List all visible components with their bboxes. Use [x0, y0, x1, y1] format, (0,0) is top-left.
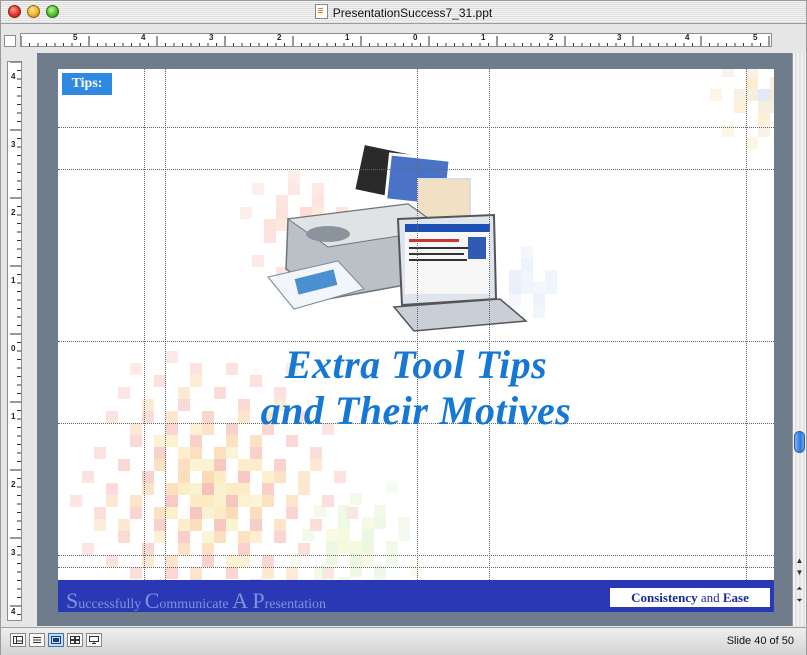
hruler-label-3r: 3 [617, 33, 622, 42]
vruler-label-2t: 2 [11, 208, 16, 217]
outline-view-icon [33, 637, 41, 643]
hruler-label-4l: 4 [141, 33, 146, 42]
scroll-thumb[interactable] [794, 431, 805, 453]
hruler-label-2r: 2 [549, 33, 554, 42]
vruler-label-3b: 3 [11, 548, 16, 557]
tagline-s: S [66, 588, 79, 612]
hruler-label-2l: 2 [277, 33, 282, 42]
hruler-label-1l: 1 [345, 33, 350, 42]
status-bar: Slide 40 of 50 [1, 627, 806, 655]
slide-show-icon [89, 636, 99, 644]
hruler-label-3l: 3 [209, 33, 214, 42]
scroll-down-arrow-icon[interactable]: ▼ [793, 567, 806, 579]
tagline-uccessfully: uccessfully [78, 597, 145, 612]
hruler-label-0: 0 [413, 33, 418, 42]
window-title: PresentationSuccess7_31.ppt [332, 6, 493, 20]
outline-view-button[interactable] [29, 633, 45, 647]
slide-view-icon [51, 636, 61, 644]
title-bar[interactable]: PresentationSuccess7_31.ppt [1, 1, 806, 24]
scroll-up-arrow-icon[interactable]: ▲ [793, 555, 806, 567]
footer-tagline: Successfully Communicate A Presentation [66, 588, 326, 612]
normal-view-button[interactable] [10, 633, 26, 647]
app-window: PresentationSuccess7_31.ppt 5 4 3 2 1 0 … [0, 0, 807, 655]
vruler-label-1b: 1 [11, 412, 16, 421]
vertical-scrollbar[interactable]: ▲ ▼ ⏶ ⏷ [792, 53, 806, 626]
tagline-a: A [232, 588, 253, 612]
hruler-label-4r: 4 [685, 33, 690, 42]
vruler-label-2b: 2 [11, 480, 16, 489]
horizontal-ruler-ticks [21, 36, 770, 46]
tagline-ommunicate: ommunicate [159, 597, 233, 612]
tips-label-box[interactable]: Tips: [62, 73, 112, 95]
footer-ease: Ease [722, 590, 749, 605]
slide-show-button[interactable] [86, 633, 102, 647]
slide-canvas[interactable]: Tips: Extra Tool Tips and Their Motives … [58, 69, 774, 612]
vruler-label-3t: 3 [11, 140, 16, 149]
slide-view-button[interactable] [48, 633, 64, 647]
slide-title-line2[interactable]: and Their Motives [58, 387, 774, 434]
footer-and: and [697, 590, 723, 605]
document-icon [314, 4, 328, 19]
printer-laptop-illustration [267, 141, 528, 332]
vruler-label-4t: 4 [11, 72, 16, 81]
tagline-p: P [252, 588, 265, 612]
slide-indicator: Slide 40 of 50 [726, 635, 794, 647]
hruler-label-5r: 5 [753, 33, 758, 42]
window-title-wrap: PresentationSuccess7_31.ppt [1, 4, 806, 20]
vruler-label-1t: 1 [11, 276, 16, 285]
tagline-c: C [144, 588, 160, 612]
ruler-corner [4, 35, 16, 47]
vruler-label-0: 0 [11, 344, 16, 353]
vertical-ruler[interactable]: 4 3 2 1 0 1 2 3 4 [7, 61, 22, 621]
normal-view-icon [13, 636, 23, 644]
footer-consistency-box: Consistency and Ease [610, 588, 770, 607]
slide-sorter-view-icon [70, 636, 80, 644]
horizontal-ruler[interactable]: 5 4 3 2 1 0 1 2 3 4 5 [20, 33, 772, 47]
tagline-resentation: resentation [264, 597, 326, 612]
vruler-label-4b: 4 [11, 607, 16, 616]
hruler-label-5l: 5 [73, 33, 78, 42]
previous-slide-icon[interactable]: ⏶ [793, 583, 806, 595]
slide-sorter-view-button[interactable] [67, 633, 83, 647]
slide-title-line1[interactable]: Extra Tool Tips [58, 341, 774, 388]
footer-consistency: Consistency [631, 590, 698, 605]
slide-footer-bar[interactable]: Successfully Communicate A Presentation … [58, 580, 774, 612]
hruler-label-1r: 1 [481, 33, 486, 42]
next-slide-icon[interactable]: ⏷ [793, 595, 806, 607]
